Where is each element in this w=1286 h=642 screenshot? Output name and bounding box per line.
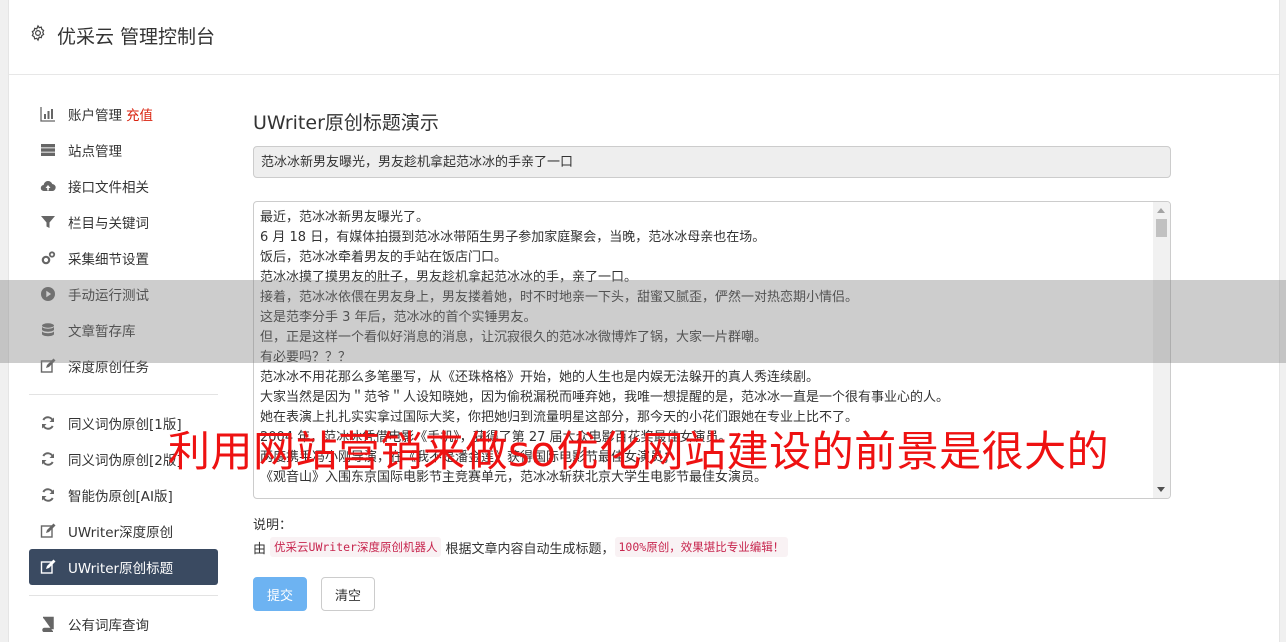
content-line: 最近，范冰冰新男友曝光了。 xyxy=(260,210,430,225)
sidebar-item-group1-0[interactable]: 账户管理 充值 xyxy=(29,96,218,132)
overlay-watermark-text: 利用网站营销来做so优化网站建设的前景是很大的 xyxy=(168,427,1110,476)
sidebar-item-label: 栏目与关键词 xyxy=(68,216,149,232)
cogs-icon xyxy=(39,249,57,267)
title-output-field[interactable]: 范冰冰新男友曝光，男友趁机拿起范冰冰的手亲了一口 xyxy=(253,146,1171,178)
sidebar-item-label: 智能伪原创[AI版] xyxy=(68,489,173,505)
sidebar-item-label: 站点管理 xyxy=(68,144,122,160)
content-line: 6 月 18 日，有媒体拍摄到范冰冰带陌生男子参加家庭聚会，当晚，范冰冰母亲也在… xyxy=(260,230,766,245)
sidebar-item-label: 公有词库查询 xyxy=(68,618,149,634)
refresh-icon xyxy=(39,450,57,468)
sidebar-item-group1-3[interactable]: 栏目与关键词 xyxy=(29,204,218,240)
note-label: 说明： xyxy=(253,518,293,533)
recharge-link[interactable]: 充值 xyxy=(126,104,153,124)
sidebar-divider xyxy=(29,595,218,596)
note-code-robot: 优采云UWriter深度原创机器人 xyxy=(270,537,442,557)
scroll-down-icon[interactable] xyxy=(1157,487,1165,492)
note-code-quality: 100%原创，效果堪比专业编辑！ xyxy=(614,537,789,557)
edit-icon xyxy=(39,558,57,576)
sidebar-item-label: 同义词伪原创[1版] xyxy=(68,417,182,433)
sidebar-item-label: UWriter深度原创 xyxy=(68,525,174,541)
refresh-icon xyxy=(39,486,57,504)
page-title: UWriter原创标题演示 xyxy=(253,112,439,134)
sidebar-item-label: 同义词伪原创[2版] xyxy=(68,453,182,469)
content-line: 大家当然是因为＂范爷＂人设知晓她，因为偷税漏税而唾弃她，我唯一想提醒的是，范冰冰… xyxy=(260,390,950,405)
scroll-thumb[interactable] xyxy=(1156,219,1167,237)
cloud-upload-icon xyxy=(39,177,57,195)
app-title[interactable]: 优采云 管理控制台 xyxy=(57,22,215,49)
edit-icon xyxy=(39,522,57,540)
sidebar-item-group3-0[interactable]: 公有词库查询 xyxy=(29,606,218,642)
scroll-up-icon[interactable] xyxy=(1157,208,1165,213)
sidebar-item-group2-2[interactable]: 智能伪原创[AI版] xyxy=(29,477,218,513)
top-navbar: 优采云 管理控制台 xyxy=(9,0,1279,75)
clear-button[interactable]: 清空 xyxy=(321,577,375,611)
content-line: 饭后，范冰冰牵着男友的手站在饭店门口。 xyxy=(260,250,508,265)
overlay-band xyxy=(0,280,1286,363)
note-prefix: 由 xyxy=(253,541,267,557)
sidebar-divider xyxy=(29,394,218,395)
sidebar-item-group2-4[interactable]: UWriter原创标题 xyxy=(29,549,218,585)
sidebar-item-label: 采集细节设置 xyxy=(68,252,149,268)
sidebar-item-label: 接口文件相关 xyxy=(68,180,149,196)
sidebar-item-label: UWriter原创标题 xyxy=(68,561,174,577)
sidebar-item-label: 账户管理 xyxy=(68,108,122,124)
submit-button[interactable]: 提交 xyxy=(253,577,307,611)
sidebar-item-group2-3[interactable]: UWriter深度原创 xyxy=(29,513,218,549)
content-line: 范冰冰不用花那么多笔墨写，从《还珠格格》开始，她的人生也是内娱无法躲开的真人秀连… xyxy=(260,370,820,385)
note-description: 由 优采云UWriter深度原创机器人 根据文章内容自动生成标题， 100%原创… xyxy=(253,537,789,557)
sidebar: 账户管理 充值 站点管理 接口文件相关 栏目与关键词 采集细节设置 手动运行测试 文章暂存库深… xyxy=(29,96,218,642)
refresh-icon xyxy=(39,414,57,432)
server-icon xyxy=(39,141,57,159)
gear-icon xyxy=(31,24,45,42)
filter-icon xyxy=(39,213,57,231)
sidebar-item-group1-1[interactable]: 站点管理 xyxy=(29,132,218,168)
sidebar-item-group1-4[interactable]: 采集细节设置 xyxy=(29,240,218,276)
note-middle: 根据文章内容自动生成标题， xyxy=(445,541,615,557)
book-icon xyxy=(39,615,57,633)
bar-chart-icon xyxy=(39,105,57,123)
sidebar-item-group1-2[interactable]: 接口文件相关 xyxy=(29,168,218,204)
